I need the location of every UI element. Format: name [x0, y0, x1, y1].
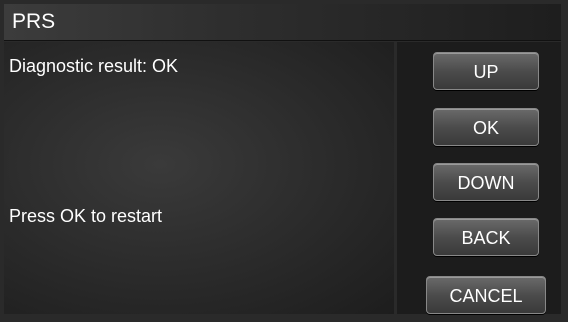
- message-panel: Diagnostic result: OK Press OK to restar…: [4, 42, 394, 314]
- down-button[interactable]: DOWN: [433, 163, 539, 201]
- screen-title: PRS: [12, 10, 56, 33]
- cancel-button[interactable]: CANCEL: [426, 276, 546, 314]
- ok-button[interactable]: OK: [433, 108, 539, 146]
- title-bar: PRS: [4, 4, 561, 41]
- prs-screen: PRS Diagnostic result: OK Press OK to re…: [0, 0, 568, 322]
- up-button[interactable]: UP: [433, 52, 539, 90]
- diagnostic-result-text: Diagnostic result: OK: [9, 56, 179, 76]
- restart-instruction-text: Press OK to restart: [9, 206, 163, 226]
- back-button[interactable]: BACK: [433, 218, 539, 256]
